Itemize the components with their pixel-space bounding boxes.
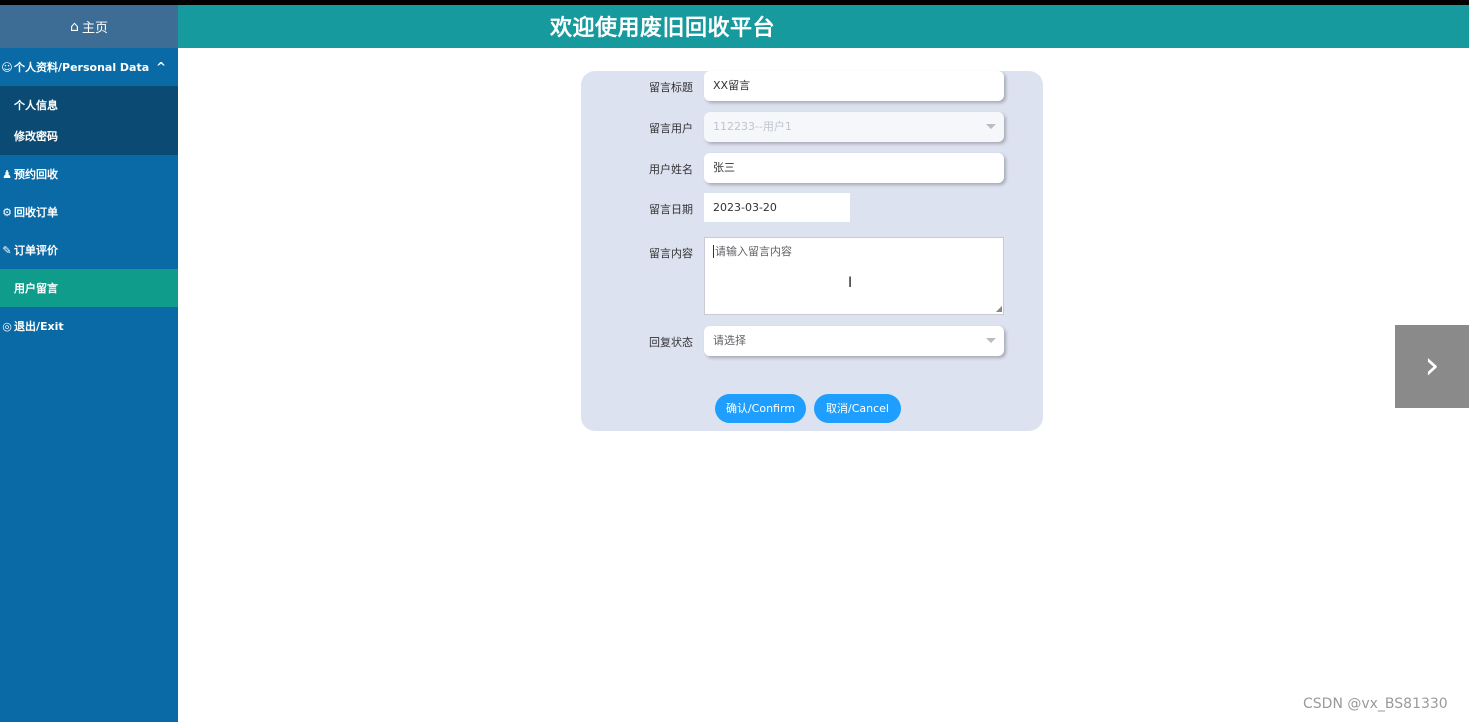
next-arrow-button[interactable]: › — [1395, 325, 1469, 408]
page-title: 欢迎使用废旧回收平台 — [550, 16, 776, 41]
sidebar: ⌂ 主页 ☺ 个人资料/Personal Data ^ 个人信息 修改密码 ♟ … — [0, 5, 178, 722]
status-select-placeholder: 请选择 — [713, 334, 746, 347]
resize-handle-icon[interactable]: ◢ — [996, 305, 1002, 313]
date-input[interactable]: 2023-03-20 — [704, 193, 850, 222]
content-placeholder: 请输入留言内容 — [715, 245, 792, 258]
sidebar-item-booking[interactable]: ♟ 预约回收 — [0, 155, 178, 193]
sidebar-item-label: 退出/Exit — [14, 320, 64, 333]
person-icon: ♟ — [2, 167, 12, 181]
date-label: 留言日期 — [649, 203, 693, 216]
sidebar-item-messages[interactable]: 用户留言 — [0, 269, 178, 307]
title-label: 留言标题 — [649, 81, 693, 94]
caret-down-icon — [986, 338, 996, 343]
chevron-up-icon: ^ — [155, 60, 166, 74]
user-card-icon: ☺ — [1, 60, 13, 74]
status-label: 回复状态 — [649, 336, 693, 349]
sidebar-item-change-password[interactable]: 修改密码 — [0, 121, 178, 152]
content-label: 留言内容 — [649, 247, 693, 260]
sidebar-item-personal-info[interactable]: 个人信息 — [0, 90, 178, 121]
gear-icon: ⚙ — [2, 205, 12, 219]
sidebar-item-exit[interactable]: ◎ 退出/Exit — [0, 307, 178, 345]
name-label: 用户姓名 — [649, 163, 693, 176]
message-form: 留言标题 XX留言 留言用户 112233--用户1 用户姓名 张三 留言日期 … — [581, 71, 1043, 431]
home-icon: ⌂ — [70, 18, 79, 35]
chevron-right-icon: › — [1424, 343, 1440, 387]
caret-down-icon — [986, 124, 996, 129]
text-caret — [713, 245, 714, 258]
text-cursor-icon: I — [848, 275, 853, 291]
sidebar-home-label: 主页 — [81, 21, 108, 36]
exit-icon: ◎ — [2, 319, 12, 333]
confirm-button[interactable]: 确认/Confirm — [715, 394, 806, 423]
user-select-value: 112233--用户1 — [713, 120, 792, 133]
user-label: 留言用户 — [649, 122, 693, 135]
edit-icon: ✎ — [2, 243, 12, 257]
header: 欢迎使用废旧回收平台 — [178, 5, 1469, 48]
sidebar-group-personal-data[interactable]: ☺ 个人资料/Personal Data ^ — [0, 48, 178, 86]
sidebar-group-label: 个人资料/Personal Data — [14, 61, 150, 74]
sidebar-item-label: 预约回收 — [14, 168, 58, 181]
sidebar-item-label: 回收订单 — [14, 206, 58, 219]
sidebar-item-label: 订单评价 — [14, 244, 58, 257]
sidebar-item-label: 用户留言 — [14, 282, 58, 295]
user-select[interactable]: 112233--用户1 — [704, 112, 1004, 142]
title-input[interactable]: XX留言 — [704, 71, 1004, 101]
content-textarea[interactable]: 请输入留言内容 ◢ — [704, 237, 1004, 315]
cancel-button[interactable]: 取消/Cancel — [814, 394, 901, 423]
sidebar-home[interactable]: ⌂ 主页 — [0, 5, 178, 48]
sidebar-item-reviews[interactable]: ✎ 订单评价 — [0, 231, 178, 269]
sidebar-item-orders[interactable]: ⚙ 回收订单 — [0, 193, 178, 231]
watermark: CSDN @vx_BS81330 — [1303, 696, 1448, 712]
status-select[interactable]: 请选择 — [704, 326, 1004, 356]
name-input[interactable]: 张三 — [704, 153, 1004, 183]
sidebar-submenu: 个人信息 修改密码 — [0, 86, 178, 155]
